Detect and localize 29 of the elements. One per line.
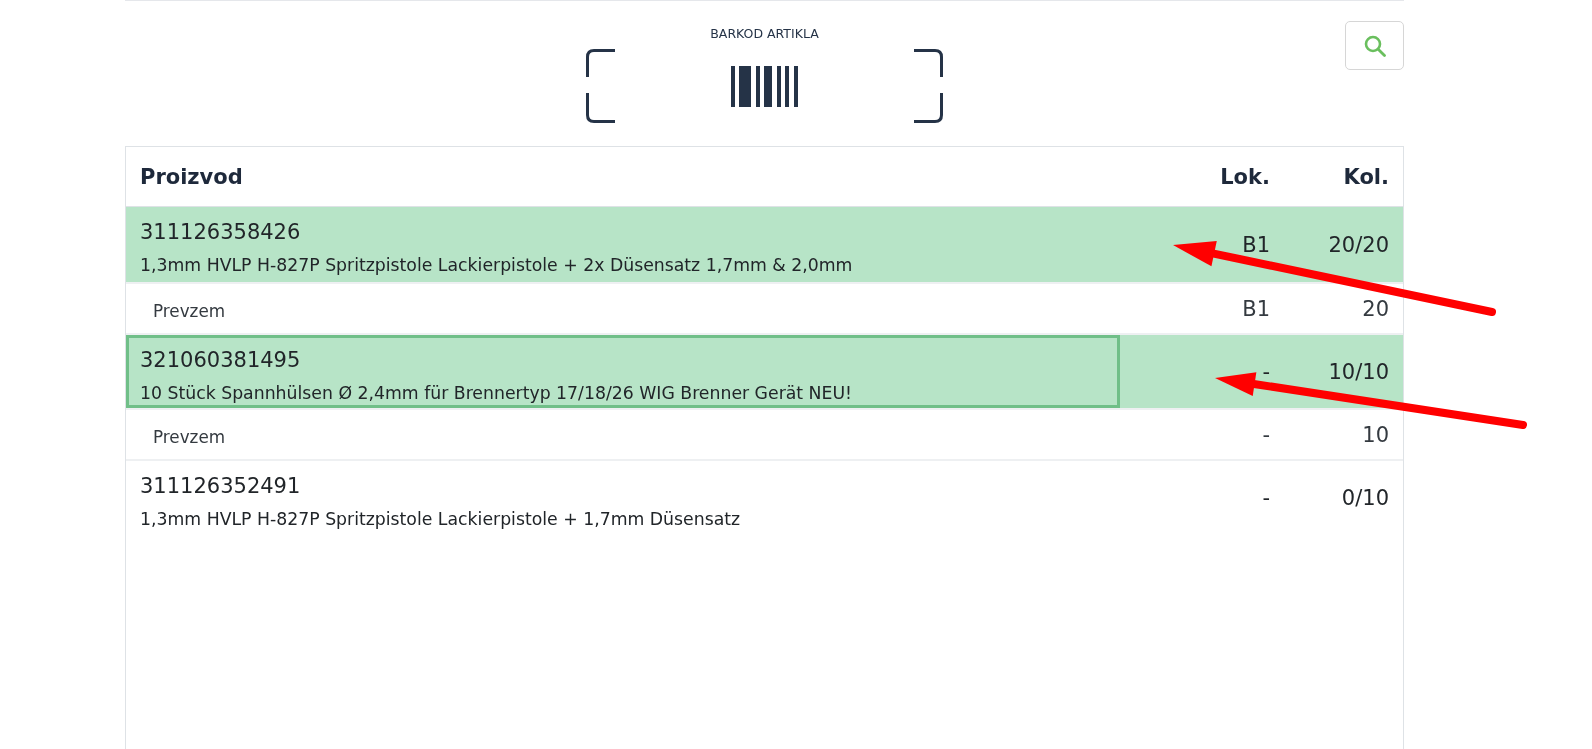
- scanner-label: BARKOD ARTIKLA: [710, 26, 819, 42]
- table-row[interactable]: 321060381495 10 Stück Spannhülsen Ø 2,4mm für Brennertyp 17/18/26 WIG Brenner Gerät NEU! - 10/10: [126, 333, 1403, 408]
- viewfinder-frame-icon: [586, 49, 943, 123]
- quantity-cell-text: 10: [1362, 421, 1389, 449]
- quantity-cell-text: 20/20: [1328, 231, 1389, 259]
- search-icon: [1363, 34, 1386, 57]
- table-row[interactable]: 311126352491 1,3mm HVLP H-827P Spritzpistole Lackierpistole + 1,7mm Düsensatz - 0/10: [126, 459, 1403, 534]
- location-cell-text: -: [1262, 358, 1270, 386]
- quantity-cell-text: 10/10: [1328, 358, 1389, 386]
- product-code: 321060381495: [140, 347, 301, 374]
- column-header: Lok.: [1220, 163, 1270, 191]
- receipt-label: Prevzem: [153, 300, 226, 323]
- receipt-label: Prevzem: [153, 426, 226, 449]
- column-header: Proizvod: [140, 163, 243, 191]
- location-cell-text: B1: [1242, 231, 1270, 259]
- column-header: Kol.: [1343, 163, 1389, 191]
- product-name: 1,3mm HVLP H-827P Spritzpistole Lackierpistole + 1,7mm Düsensatz: [140, 508, 741, 531]
- product-code: 311126358426: [140, 219, 301, 246]
- barcode-icon: [731, 65, 798, 107]
- search-button[interactable]: [1345, 21, 1404, 70]
- location-cell-text: B1: [1242, 295, 1270, 323]
- product-name: 1,3mm HVLP H-827P Spritzpistole Lackierpistole + 2x Düsensatz 1,7mm & 2,0mm: [140, 254, 853, 277]
- location-cell-text: -: [1262, 421, 1270, 449]
- product-code: 311126352491: [140, 473, 301, 500]
- product-name: 10 Stück Spannhülsen Ø 2,4mm für Brennertyp 17/18/26 WIG Brenner Gerät NEU!: [140, 382, 853, 405]
- location-cell-text: -: [1262, 484, 1270, 512]
- quantity-cell-text: 20: [1362, 295, 1389, 323]
- table-row[interactable]: 311126358426 1,3mm HVLP H-827P Spritzpistole Lackierpistole + 2x Düsensatz 1,7mm & 2,0mm B1 20/20: [126, 207, 1403, 282]
- quantity-cell-text: 0/10: [1341, 484, 1389, 512]
